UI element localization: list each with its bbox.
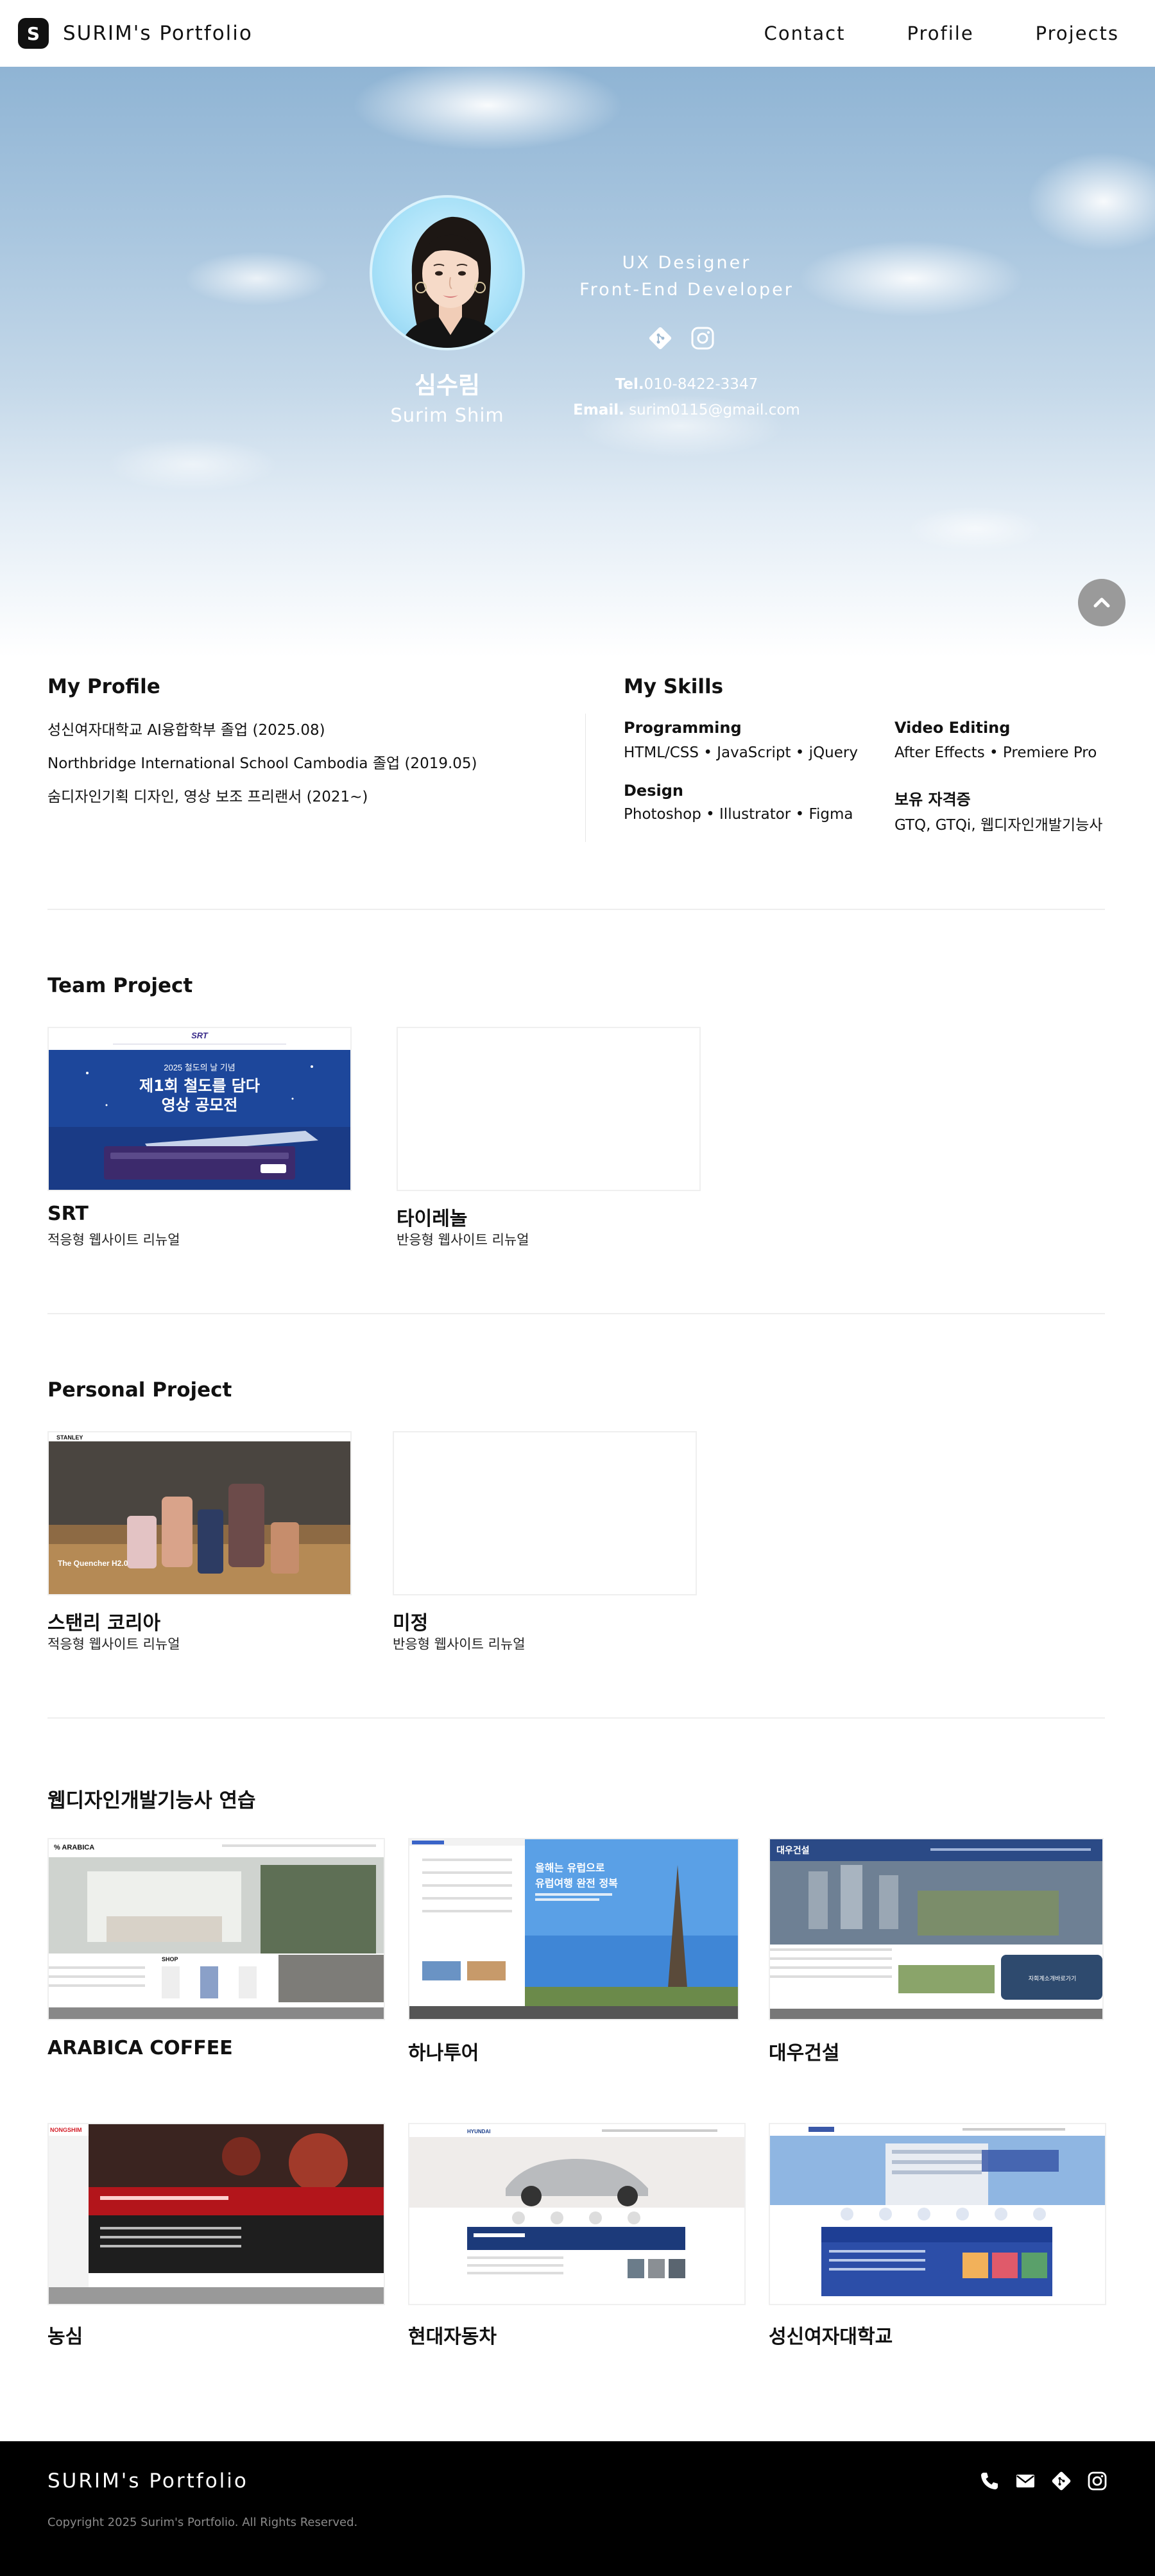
- project-subtitle: 적응형 웹사이트 리뉴얼: [47, 1636, 180, 1652]
- footer-copyright: Copyright 2025 Surim's Portfolio. All Ri…: [47, 2516, 358, 2529]
- hero-section: 심수림 Surim Shim UX Designer Front-End Dev…: [0, 67, 1155, 824]
- email-value[interactable]: surim0115@gmail.com: [629, 402, 800, 418]
- practice-title-hanatour[interactable]: 하나투어: [408, 2037, 479, 2065]
- role-ux: UX Designer: [622, 253, 751, 273]
- personal-project-title: Personal Project: [47, 1378, 232, 1402]
- profile-line: 성신여자대학교 AI융합학부 졸업 (2025.08): [47, 722, 325, 739]
- practice-thumb-hyundai[interactable]: HYUNDAI: [408, 2123, 746, 2305]
- skill-programming: HTML/CSS • JavaScript • jQuery: [624, 744, 858, 761]
- skill-design: Photoshop • Illustrator • Figma: [624, 806, 853, 823]
- daewoo-thumb-button: 자회계소개바로가기: [1029, 1975, 1077, 1982]
- git-icon[interactable]: [1050, 2469, 1073, 2493]
- git-icon[interactable]: [647, 325, 674, 352]
- skills-title: My Skills: [624, 675, 724, 698]
- footer-links: [978, 2469, 1109, 2493]
- project-thumb-undecided[interactable]: [393, 1431, 697, 1595]
- main-nav: Contact Profile Projects: [764, 22, 1119, 44]
- section-divider: [47, 909, 1105, 910]
- practice-thumb-arabica[interactable]: % ARABICA SHOP: [47, 1838, 385, 2020]
- project-thumb-srt[interactable]: SRT 2025 철도의 날 기념 제1회 철도를 담다 영상 공모전: [47, 1027, 352, 1191]
- srt-thumb-line2: 영상 공모전: [162, 1096, 238, 1114]
- nav-projects[interactable]: Projects: [1036, 22, 1119, 44]
- phone-icon[interactable]: [978, 2469, 1001, 2493]
- srt-thumb-logo: SRT: [191, 1031, 209, 1040]
- site-footer: SURIM's Portfolio Copyright 2025 Surim's…: [0, 2441, 1155, 2576]
- team-project-title: Team Project: [47, 974, 193, 997]
- instagram-icon[interactable]: [1086, 2469, 1109, 2493]
- srt-thumb-line1: 제1회 철도를 담다: [139, 1077, 260, 1095]
- tel-label: Tel.: [615, 376, 644, 393]
- practice-title-daewoo[interactable]: 대우건설: [769, 2037, 839, 2065]
- scroll-top-button[interactable]: [1078, 579, 1125, 626]
- arabica-thumb-shop: SHOP: [162, 1956, 178, 1962]
- project-subtitle: 반응형 웹사이트 리뉴얼: [393, 1636, 526, 1652]
- skill-design-label: Design: [624, 782, 683, 800]
- site-header: S SURIM's Portfolio Contact Profile Proj…: [0, 0, 1155, 67]
- hero-social-links: [647, 325, 716, 352]
- chevron-up-icon: [1093, 597, 1110, 608]
- project-title[interactable]: 스탠리 코리아: [47, 1607, 160, 1635]
- hanatour-thumb-line1: 올해는 유럽으로: [535, 1862, 605, 1874]
- avatar: [370, 195, 525, 350]
- instagram-icon[interactable]: [689, 325, 716, 352]
- contact-tel: Tel.010-8422-3347: [552, 376, 821, 393]
- nav-contact[interactable]: Contact: [764, 22, 846, 44]
- arabica-thumb-logo: % ARABICA: [54, 1844, 94, 1851]
- tel-value[interactable]: 010-8422-3347: [644, 376, 758, 393]
- section-divider: [47, 1313, 1105, 1314]
- practice-title-arabica[interactable]: ARABICA COFFEE: [47, 2037, 233, 2059]
- stanley-thumb-caption: The Quencher H2.0: [58, 1559, 128, 1568]
- project-title[interactable]: 타이레놀: [397, 1203, 467, 1231]
- project-subtitle: 적응형 웹사이트 리뉴얼: [47, 1232, 180, 1248]
- project-thumb-stanley[interactable]: STANLEY The Quencher H2.0: [47, 1431, 352, 1595]
- profile-line: Northbridge International School Cambodi…: [47, 755, 477, 772]
- practice-title-sungshin[interactable]: 성신여자대학교: [769, 2321, 893, 2349]
- hanatour-thumb-line2: 유럽여행 완전 정복: [535, 1877, 618, 1889]
- project-title[interactable]: 미정: [393, 1607, 428, 1635]
- daewoo-thumb-logo: 대우건설: [776, 1845, 810, 1856]
- skill-cert-label: 보유 자격증: [894, 791, 971, 809]
- project-thumb-tylenol[interactable]: [397, 1027, 701, 1191]
- skill-video-label: Video Editing: [894, 719, 1011, 737]
- practice-thumb-hanatour[interactable]: 올해는 유럽으로 유럽여행 완전 정복: [408, 1838, 739, 2020]
- hyundai-thumb-logo: HYUNDAI: [467, 2129, 490, 2134]
- skill-video: After Effects • Premiere Pro: [894, 744, 1097, 761]
- srt-thumb-small: 2025 철도의 날 기념: [164, 1063, 235, 1072]
- contact-email: Email. surim0115@gmail.com: [552, 402, 821, 418]
- column-divider: [585, 714, 586, 842]
- brand-name: SURIM's Portfolio: [63, 22, 253, 45]
- footer-brand: SURIM's Portfolio: [47, 2469, 248, 2493]
- skill-cert: GTQ, GTQi, 웹디자인개발기능사: [894, 817, 1103, 834]
- name-english: Surim Shim: [390, 404, 504, 426]
- project-title[interactable]: SRT: [47, 1203, 89, 1225]
- email-label: Email.: [573, 402, 624, 418]
- stanley-thumb-brand: STANLEY: [56, 1434, 83, 1441]
- practice-title: 웹디자인개발기능사 연습: [47, 1789, 256, 1812]
- role-frontend: Front-End Developer: [579, 280, 794, 300]
- practice-title-hyundai[interactable]: 현대자동차: [408, 2321, 497, 2349]
- project-subtitle: 반응형 웹사이트 리뉴얼: [397, 1232, 529, 1248]
- practice-thumb-sungshin[interactable]: [769, 2123, 1106, 2305]
- practice-thumb-nongshim[interactable]: NONGSHIM: [47, 2123, 385, 2305]
- nav-profile[interactable]: Profile: [907, 22, 973, 44]
- practice-thumb-daewoo[interactable]: 대우건설 자회계소개바로가기: [769, 1838, 1104, 2020]
- brand[interactable]: S SURIM's Portfolio: [18, 18, 253, 49]
- skill-programming-label: Programming: [624, 719, 742, 737]
- name-korean: 심수림: [414, 372, 481, 399]
- mail-icon[interactable]: [1014, 2469, 1037, 2493]
- profile-title: My Profile: [47, 675, 160, 698]
- nongshim-thumb-logo: NONGSHIM: [50, 2127, 82, 2133]
- practice-title-nongshim[interactable]: 농심: [47, 2321, 83, 2349]
- profile-line: 숨디자인기획 디자인, 영상 보조 프리랜서 (2021~): [47, 789, 368, 805]
- logo-icon: S: [18, 18, 49, 49]
- section-divider: [47, 1717, 1105, 1719]
